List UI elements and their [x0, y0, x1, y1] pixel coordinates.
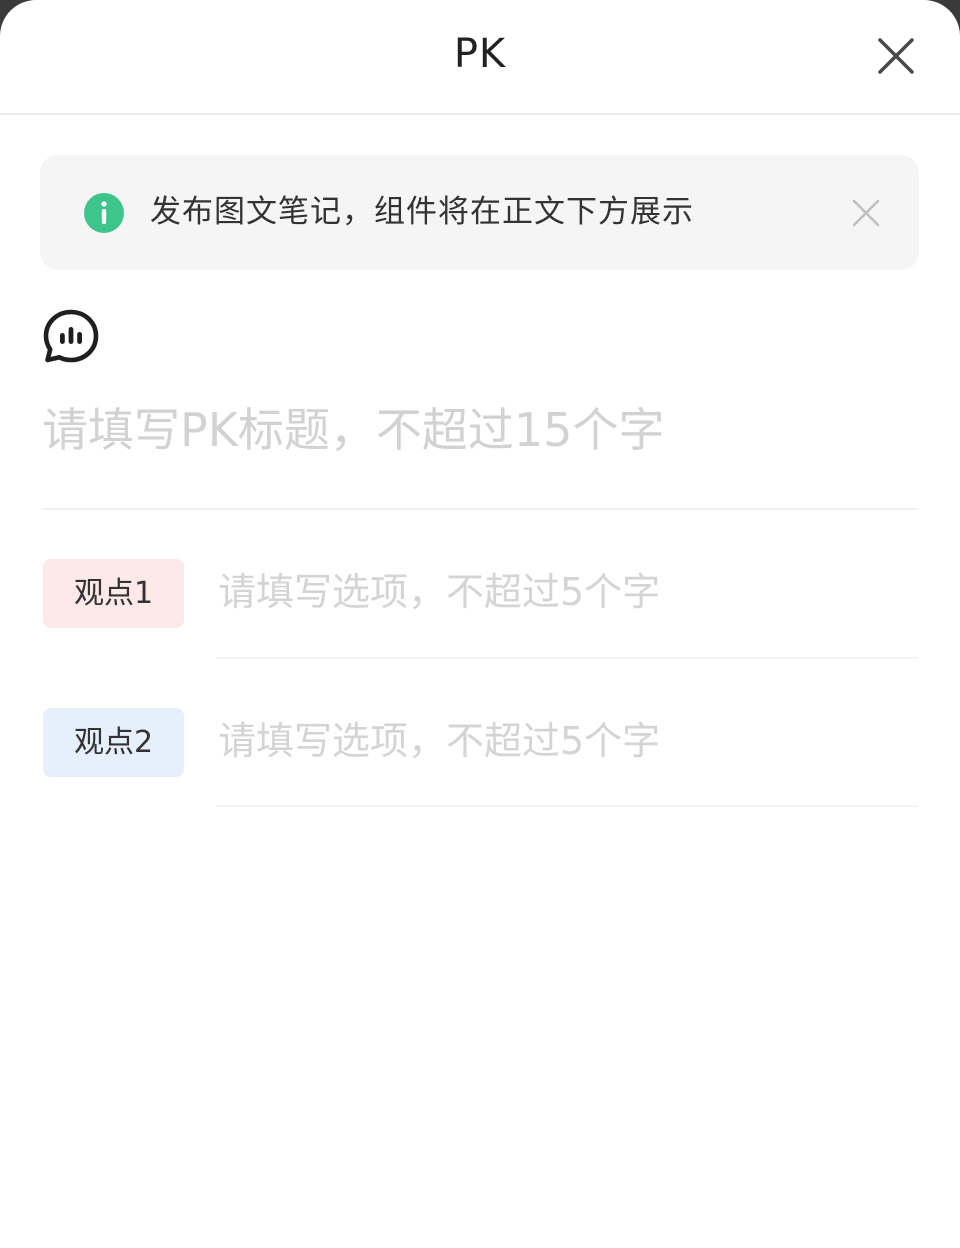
divider: [216, 805, 918, 807]
pk-title-input[interactable]: [42, 395, 918, 465]
close-icon[interactable]: [876, 36, 916, 76]
header: PK: [0, 0, 960, 115]
close-icon[interactable]: [851, 198, 881, 228]
divider: [216, 657, 918, 659]
option-input-1[interactable]: [218, 562, 918, 622]
page-title: PK: [453, 31, 507, 77]
info-icon: [83, 192, 125, 234]
option-tag-1: 观点1: [43, 559, 184, 628]
chat-bubble-chart-icon: [42, 308, 100, 366]
option-input-2[interactable]: [218, 711, 918, 771]
notice-text: 发布图文笔记，组件将在正文下方展示: [150, 194, 694, 230]
option-tag-2: 观点2: [43, 708, 184, 777]
divider: [42, 508, 918, 510]
notice-banner: 发布图文笔记，组件将在正文下方展示: [40, 155, 919, 270]
pk-sheet: PK 发布图文笔记，组件将在正文下方展示 请填写PK标题，不超过15个字 观点1…: [0, 0, 960, 1248]
